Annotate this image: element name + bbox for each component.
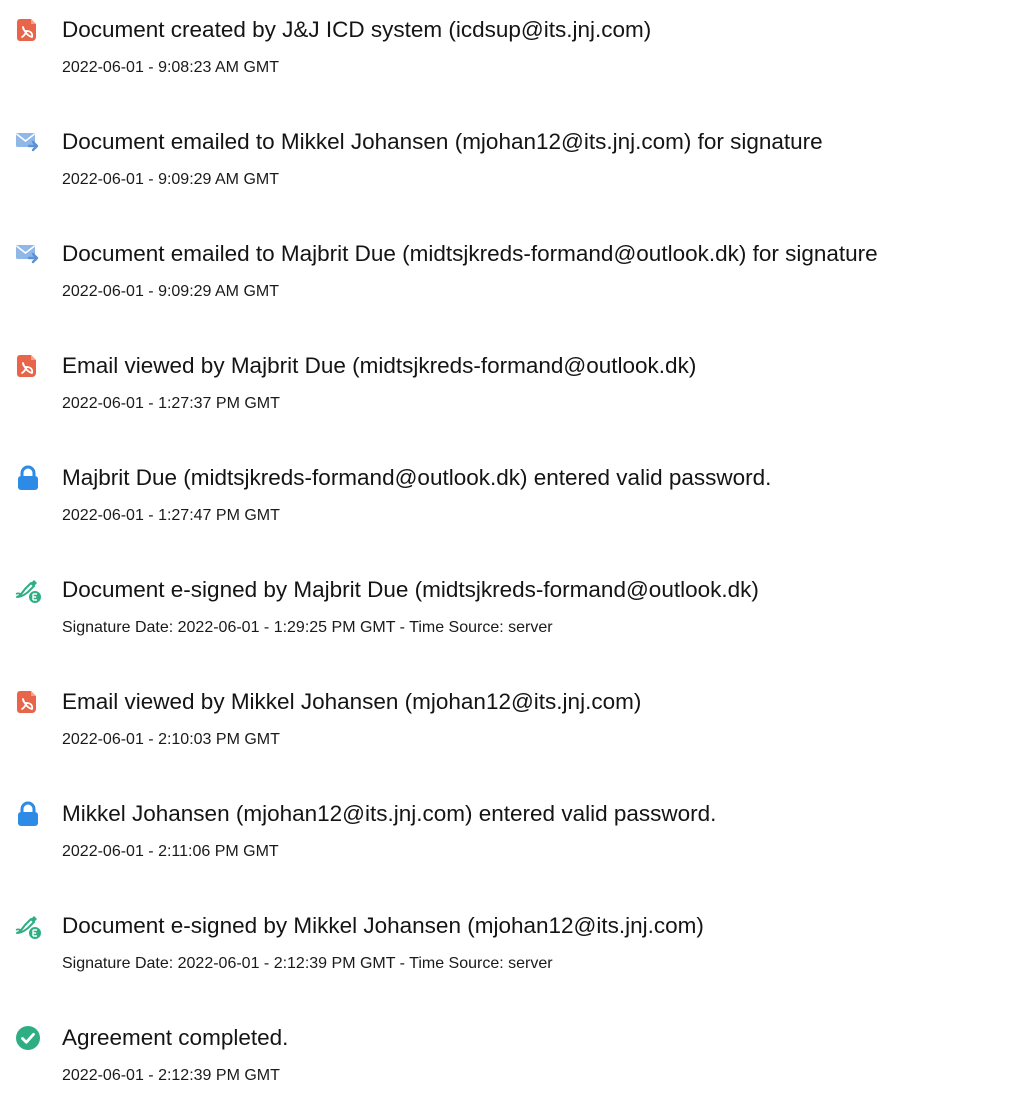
event-timestamp: 2022-06-01 - 2:12:39 PM GMT [62,1067,280,1084]
email-sent-icon [14,240,42,268]
event-timestamp: 2022-06-01 - 9:09:29 AM GMT [62,283,279,300]
event-title: Mikkel Johansen (mjohan12@its.jnj.com) e… [62,801,717,826]
lock-icon [14,464,42,492]
check-circle-icon [14,1024,42,1052]
timeline-event: Mikkel Johansen (mjohan12@its.jnj.com) e… [0,784,1029,864]
event-timestamp: 2022-06-01 - 2:11:06 PM GMT [62,843,279,860]
event-timestamp: 2022-06-01 - 1:27:47 PM GMT [62,507,280,524]
timeline-event: Document e-signed by Majbrit Due (midtsj… [0,560,1029,640]
event-title: Document emailed to Majbrit Due (midtsjk… [62,241,878,266]
timeline-event: Document emailed to Majbrit Due (midtsjk… [0,224,1029,304]
pdf-document-icon [14,688,42,716]
lock-icon [14,800,42,828]
esign-pen-icon [14,912,42,940]
esign-pen-icon [14,576,42,604]
pdf-document-icon [14,352,42,380]
event-timestamp: 2022-06-01 - 9:09:29 AM GMT [62,171,279,188]
event-title: Document e-signed by Mikkel Johansen (mj… [62,913,704,938]
timeline-event: Email viewed by Majbrit Due (midtsjkreds… [0,336,1029,416]
event-title: Email viewed by Mikkel Johansen (mjohan1… [62,689,642,714]
event-timestamp: Signature Date: 2022-06-01 - 2:12:39 PM … [62,955,553,972]
event-timestamp: 2022-06-01 - 9:08:23 AM GMT [62,59,279,76]
timeline-event: Email viewed by Mikkel Johansen (mjohan1… [0,672,1029,752]
event-timestamp: Signature Date: 2022-06-01 - 1:29:25 PM … [62,619,553,636]
timeline-event: Majbrit Due (midtsjkreds-formand@outlook… [0,448,1029,528]
event-title: Document e-signed by Majbrit Due (midtsj… [62,577,759,602]
timeline-event: Agreement completed. 2022-06-01 - 2:12:3… [0,1008,1029,1088]
timeline-event: Document created by J&J ICD system (icds… [0,0,1029,80]
pdf-document-icon [14,16,42,44]
timeline-event: Document emailed to Mikkel Johansen (mjo… [0,112,1029,192]
event-title: Majbrit Due (midtsjkreds-formand@outlook… [62,465,772,490]
event-title: Document created by J&J ICD system (icds… [62,17,652,42]
email-sent-icon [14,128,42,156]
event-timestamp: 2022-06-01 - 2:10:03 PM GMT [62,731,280,748]
event-timestamp: 2022-06-01 - 1:27:37 PM GMT [62,395,280,412]
event-title: Agreement completed. [62,1025,289,1050]
event-title: Email viewed by Majbrit Due (midtsjkreds… [62,353,697,378]
event-title: Document emailed to Mikkel Johansen (mjo… [62,129,823,154]
timeline-event: Document e-signed by Mikkel Johansen (mj… [0,896,1029,976]
